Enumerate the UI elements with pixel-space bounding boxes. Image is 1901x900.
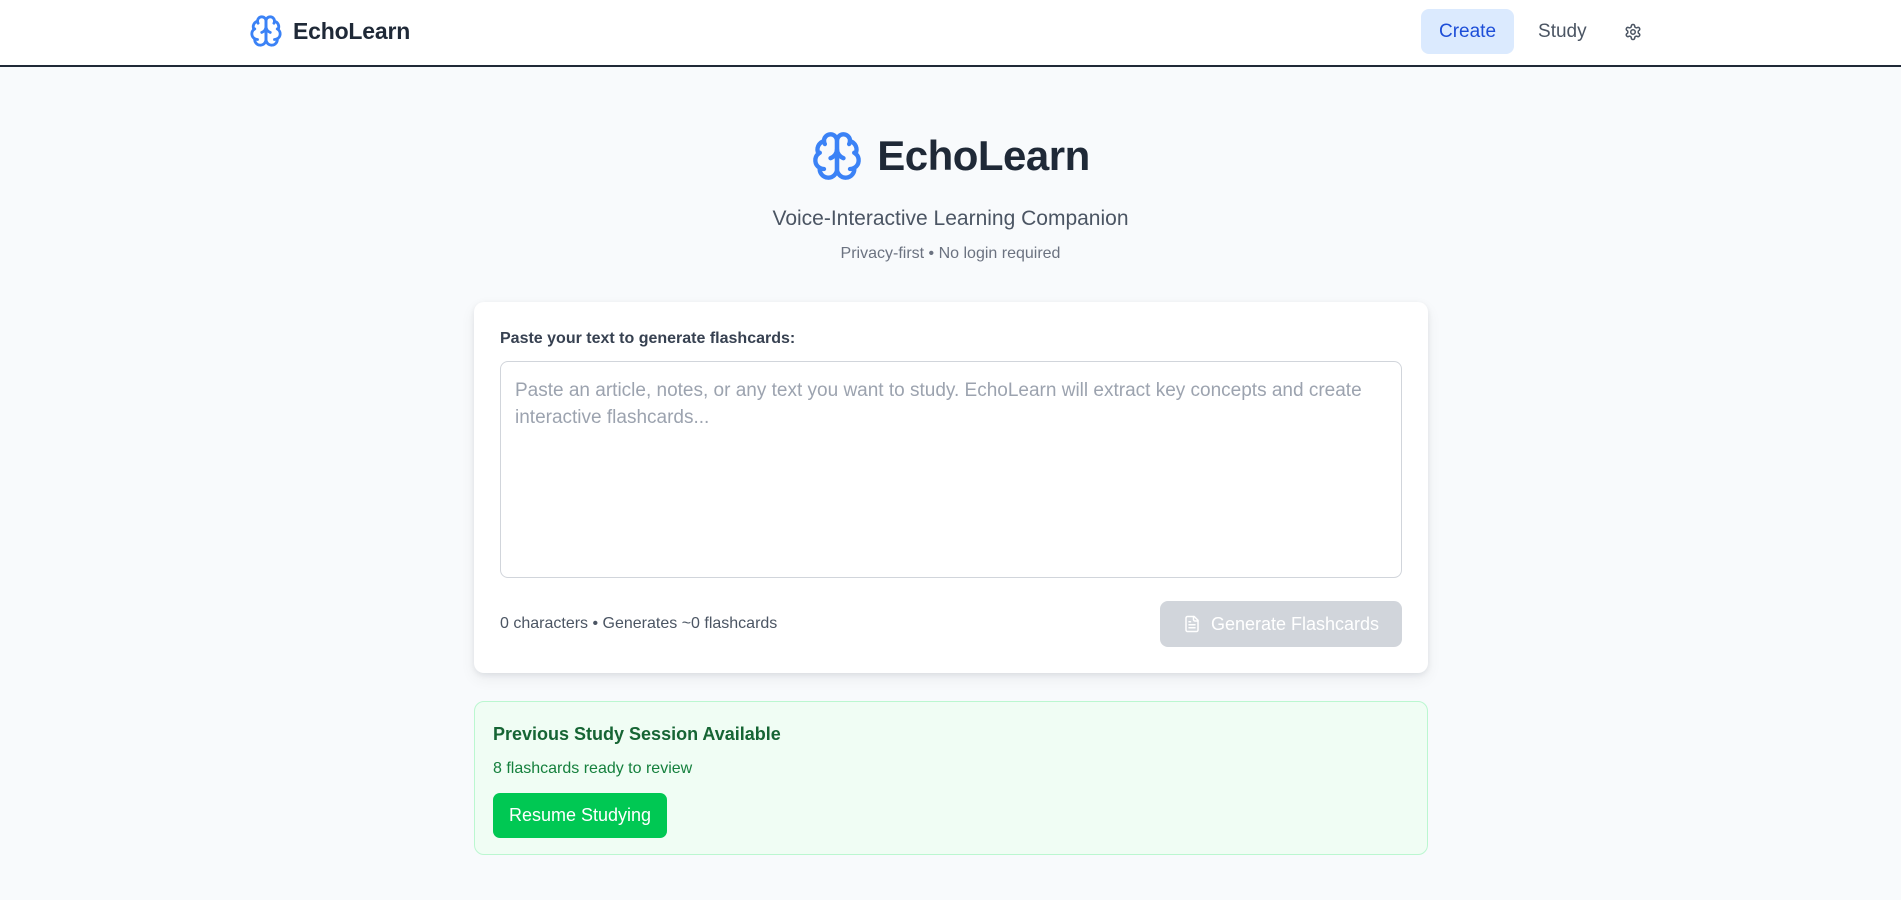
generate-flashcards-label: Generate Flashcards [1210,613,1380,634]
document-icon [1185,615,1199,633]
character-count: 0 characters • Generates ~0 flashcards [500,615,778,632]
privacy-note: Privacy-first • No login required [840,245,1061,262]
nav-create-button[interactable]: Create [1421,9,1515,54]
hero-title: EchoLearn [0,130,1901,182]
resume-studying-button[interactable]: Resume Studying [493,793,667,838]
brand-name: EchoLearn [293,17,411,44]
gear-icon [1625,23,1641,40]
page-title: EchoLearn [877,132,1090,179]
flashcard-generator-card: Paste your text to generate flashcards: … [474,302,1428,673]
text-input-label: Paste your text to generate flashcards: [500,330,796,347]
brain-icon [250,15,282,47]
main-nav: Create Study [1421,9,1655,54]
brain-icon [813,132,862,180]
page-subtitle: Voice-Interactive Learning Companion [772,207,1129,230]
session-summary: 8 flashcards ready to review [493,760,693,777]
generate-flashcards-button[interactable]: Generate Flashcards [1160,601,1402,647]
source-text-input[interactable] [500,361,1402,578]
session-title: Previous Study Session Available [493,724,781,744]
top-navigation-bar: EchoLearn Create Study [0,0,1901,67]
brand-logo[interactable]: EchoLearn [249,13,410,49]
settings-button[interactable] [1611,9,1655,54]
nav-study-button[interactable]: Study [1520,9,1605,54]
previous-session-panel: Previous Study Session Available 8 flash… [474,701,1428,855]
